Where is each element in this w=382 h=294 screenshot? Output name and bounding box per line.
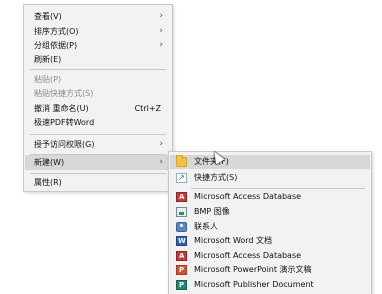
menu-item-sort-by[interactable]: 排序方式(O) ›: [25, 24, 171, 39]
menu-item-label: 刷新(E): [34, 55, 62, 64]
submenu-item-access-database[interactable]: Microsoft Access Database: [170, 190, 370, 204]
menu-item-label: 排序方式(O): [34, 27, 79, 36]
context-menu: 查看(V) › 排序方式(O) › 分组依据(P) › 刷新(E) 粘贴(P) …: [23, 4, 173, 192]
access-icon: [176, 249, 187, 263]
menu-separator: [30, 173, 166, 174]
menu-item-label: 查看(V): [34, 12, 62, 21]
menu-item-give-access[interactable]: 授予访问权限(G) ›: [25, 137, 171, 152]
new-submenu: 文件夹(F) 快捷方式(S) Microsoft Access Database…: [168, 151, 372, 294]
menu-item-pdf-to-word[interactable]: 极速PDF转Word: [25, 115, 171, 130]
menu-item-label: 粘贴快捷方式(S): [34, 89, 94, 98]
submenu-item-label: 联系人: [194, 222, 218, 231]
publisher-icon: [176, 278, 187, 292]
menu-separator: [30, 69, 166, 70]
menu-item-refresh[interactable]: 刷新(E): [25, 52, 171, 67]
word-icon: [176, 234, 187, 248]
submenu-item-access-database-2[interactable]: Microsoft Access Database: [170, 249, 370, 263]
submenu-item-label: Microsoft Word 文档: [194, 236, 273, 245]
submenu-item-label: Microsoft PowerPoint 演示文稿: [194, 265, 312, 274]
submenu-item-label: Microsoft Access Database: [194, 251, 302, 260]
menu-item-label: 撤消 重命名(U): [34, 104, 89, 113]
chevron-right-icon: ›: [159, 157, 163, 167]
menu-separator: [30, 134, 166, 135]
submenu-item-word-document[interactable]: Microsoft Word 文档: [170, 234, 370, 248]
menu-item-group-by[interactable]: 分组依据(P) ›: [25, 38, 171, 53]
menu-item-view[interactable]: 查看(V) ›: [25, 9, 171, 24]
chevron-right-icon: ›: [159, 11, 163, 21]
chevron-right-icon: ›: [159, 26, 163, 36]
powerpoint-icon: [176, 263, 187, 277]
submenu-item-label: Microsoft Publisher Document: [194, 280, 314, 289]
menu-item-label: 极速PDF转Word: [34, 118, 95, 127]
menu-separator: [191, 188, 365, 189]
menu-item-properties[interactable]: 属性(R): [25, 175, 171, 190]
chevron-right-icon: ›: [159, 40, 163, 50]
submenu-item-contact[interactable]: 联系人: [170, 220, 370, 234]
submenu-item-bmp-image[interactable]: BMP 图像: [170, 205, 370, 219]
menu-item-shortcut: Ctrl+Z: [134, 104, 161, 113]
bmp-icon: [176, 207, 187, 217]
access-icon: [176, 190, 187, 204]
submenu-item-label: BMP 图像: [194, 207, 230, 216]
submenu-item-shortcut[interactable]: 快捷方式(S): [170, 171, 370, 185]
menu-item-label: 属性(R): [34, 178, 62, 187]
submenu-item-folder[interactable]: 文件夹(F): [170, 155, 370, 169]
chevron-right-icon: ›: [159, 139, 163, 149]
contact-icon: [176, 222, 187, 232]
submenu-item-publisher[interactable]: Microsoft Publisher Document: [170, 278, 370, 292]
submenu-item-powerpoint[interactable]: Microsoft PowerPoint 演示文稿: [170, 263, 370, 277]
menu-item-label: 粘贴(P): [34, 75, 62, 84]
submenu-item-label: 快捷方式(S): [194, 173, 238, 182]
menu-item-label: 新建(W): [34, 158, 65, 167]
menu-item-new[interactable]: 新建(W) ›: [25, 155, 171, 170]
menu-item-undo-rename[interactable]: 撤消 重命名(U) Ctrl+Z: [25, 101, 171, 116]
menu-item-label: 授予访问权限(G): [34, 140, 95, 149]
menu-item-paste-shortcut[interactable]: 粘贴快捷方式(S): [25, 86, 171, 101]
menu-item-label: 分组依据(P): [34, 41, 78, 50]
shortcut-icon: [176, 171, 187, 185]
menu-item-paste[interactable]: 粘贴(P): [25, 72, 171, 87]
submenu-item-label: Microsoft Access Database: [194, 192, 302, 201]
folder-icon: [176, 155, 187, 167]
